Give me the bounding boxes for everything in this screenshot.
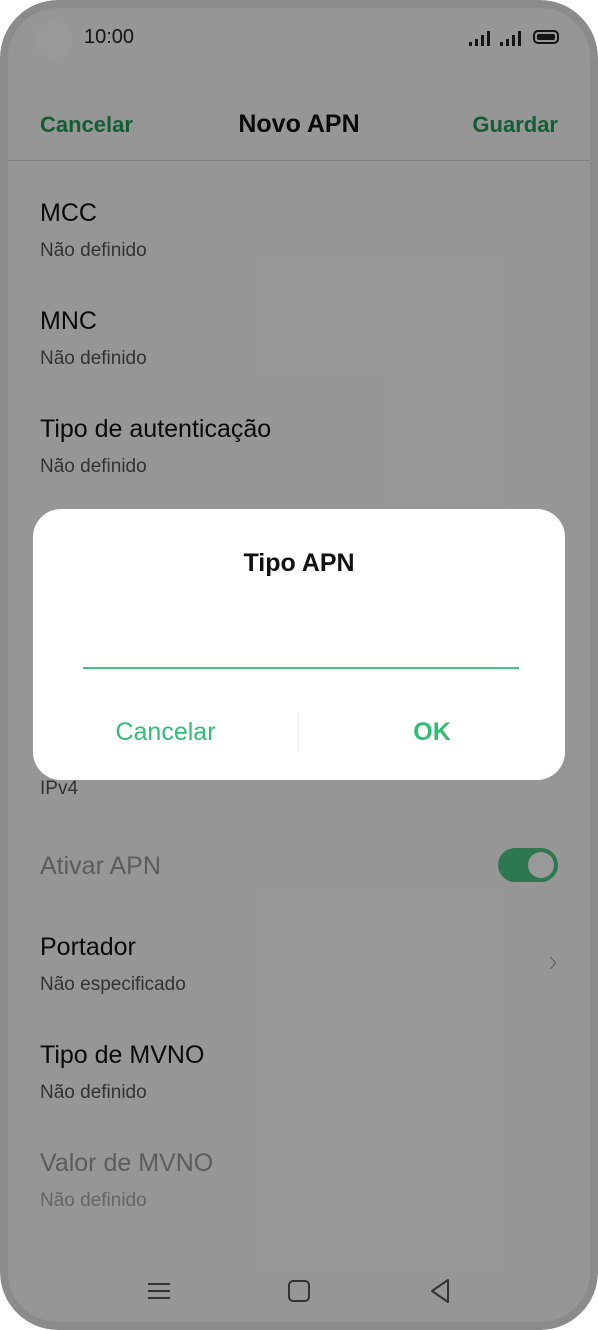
apn-type-input[interactable]	[83, 621, 519, 669]
dialog-ok-button[interactable]: OK	[299, 718, 565, 747]
phone-frame: 10:00 Cancelar Novo APN Guardar MCC Não …	[0, 0, 598, 1330]
dialog-cancel-button[interactable]: Cancelar	[33, 718, 298, 747]
dialog-title: Tipo APN	[243, 549, 355, 577]
apn-type-dialog: Tipo APN Cancelar OK	[33, 509, 565, 780]
